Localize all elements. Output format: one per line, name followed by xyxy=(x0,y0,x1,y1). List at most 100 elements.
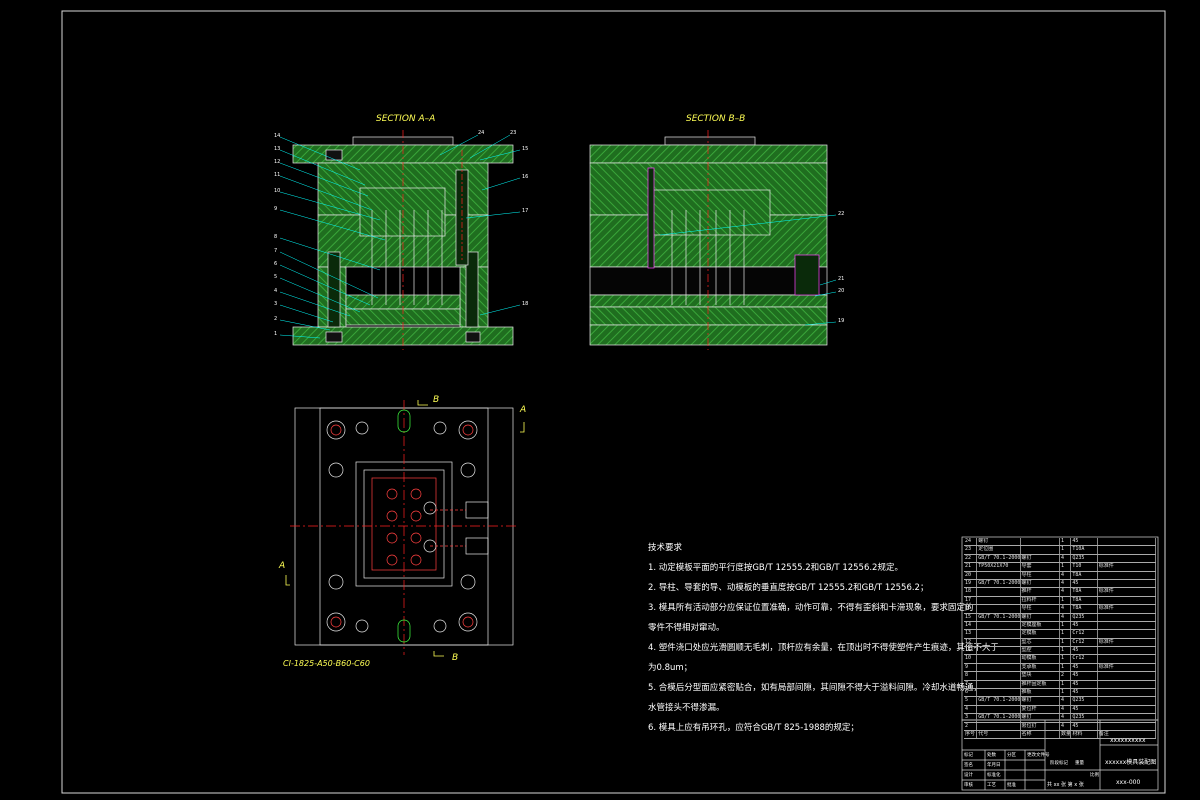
bom-cell xyxy=(977,705,1021,714)
bom-cell: 复位杆 xyxy=(1021,705,1060,714)
bom-cell: 定位圈 xyxy=(977,546,1021,554)
bom-cell xyxy=(1098,571,1156,579)
bom-cell: 材料 xyxy=(1071,730,1098,739)
title-block-field: 批准 xyxy=(1007,783,1016,788)
title-block-field: 重量 xyxy=(1075,761,1084,766)
bom-cell: 螺钉 xyxy=(1021,579,1060,588)
bom-cell: 标准件 xyxy=(1098,638,1156,647)
bom-cell: 2 xyxy=(1060,672,1072,680)
part-number: 8 xyxy=(274,234,278,240)
bom-cell: 导柱 xyxy=(1021,571,1060,579)
part-number: 23 xyxy=(510,130,517,136)
note-line: 零件不得相对窜动。 xyxy=(648,623,725,633)
bom-cell: 数量 xyxy=(1061,730,1072,739)
bom-cell: Q235 xyxy=(1071,714,1098,722)
bom-cell: 导套 xyxy=(1021,563,1060,571)
title-block-field: 审核 xyxy=(964,783,973,788)
bom-cell: 4 xyxy=(1060,722,1072,730)
title-block-field: 比例 xyxy=(1090,773,1099,778)
bom-cell: 7 xyxy=(964,680,978,689)
note-line: 为0.8um； xyxy=(648,663,693,673)
note-line: 4. 塑件浇口处应光滑圆顺无毛刺，顶杆应有余量，在顶出时不得使塑件产生痕迹，其值… xyxy=(648,643,999,653)
part-number: 2 xyxy=(274,316,278,322)
bom-row: 13 定模板 1 Cr12 xyxy=(964,630,1156,639)
sheet-count: 共 xx 张 第 x 张 xyxy=(1047,782,1084,788)
bom-row: 18 推杆 4 T8A 标准件 xyxy=(964,588,1156,597)
bom-cell: Cr12 xyxy=(1071,638,1098,647)
bom-row: 2 限位钉 4 45 xyxy=(964,722,1156,731)
bom-cell: 4 xyxy=(1060,571,1072,579)
cut-label-a-left: A xyxy=(279,561,286,571)
bom-cell: 1 xyxy=(1060,663,1072,672)
bom-cell: 13 xyxy=(964,630,978,638)
bom-cell: 45 xyxy=(1071,621,1098,630)
note-line: 1. 动定模板平面的平行度按GB/T 12555.2和GB/T 12556.2规… xyxy=(648,563,903,573)
part-number: 19 xyxy=(838,318,845,324)
bom-cell xyxy=(1098,579,1156,588)
bom-cell: Q235 xyxy=(1071,613,1098,621)
bom-cell: 4 xyxy=(1060,714,1072,722)
title-block-field: 处数 xyxy=(987,753,996,758)
bom-cell xyxy=(977,638,1021,647)
bom-row: 3 GB/T 70.1-2000 螺钉 4 Q235 xyxy=(964,714,1156,723)
bom-row: 7 推杆固定板 1 45 xyxy=(964,680,1156,690)
bom-cell xyxy=(1098,621,1156,630)
bom-cell: GB/T 70.1-2000 xyxy=(978,714,1021,722)
bom-cell: 24 xyxy=(964,538,978,546)
part-number: 11 xyxy=(274,172,281,178)
bom-cell xyxy=(1098,596,1156,605)
bom-cell: 45 xyxy=(1071,705,1098,714)
part-number: 10 xyxy=(274,188,281,194)
bom-cell: 4 xyxy=(1060,697,1072,705)
project-name: xxxxxxxxxx xyxy=(1110,737,1146,744)
part-number: 5 xyxy=(274,274,278,280)
bom-cell: 45 xyxy=(1071,680,1098,689)
bom-cell: 1 xyxy=(1060,655,1072,663)
bom-cell: 17 xyxy=(964,596,978,605)
bom-row: 12 型芯 1 Cr12 标准件 xyxy=(964,638,1156,648)
title-block-field: 阶段标记 xyxy=(1050,761,1068,766)
bom-cell: 序号 xyxy=(964,730,978,739)
bom-cell: Cr12 xyxy=(1071,630,1098,638)
bom-row: 19 GB/T 70.1-2000 螺钉 4 45 xyxy=(964,579,1156,589)
note-line: 5. 合模后分型面应紧密贴合，如有局部间隙，其间隙不得大于溢料间隙。冷却水道畅通… xyxy=(648,683,982,693)
bom-cell xyxy=(977,596,1021,605)
bom-cell xyxy=(977,605,1021,613)
bom-cell: 8 xyxy=(964,672,978,680)
bom-row: 14 定模座板 1 45 xyxy=(964,621,1156,631)
bom-row: 23 定位圈 1 T10A xyxy=(964,546,1156,555)
bom-cell: 4 xyxy=(1060,579,1072,588)
drawing-number: xxx-000 xyxy=(1116,779,1141,786)
note-line: 6. 模具上应有吊环孔，应符合GB/T 825-1988的规定； xyxy=(648,723,859,733)
bom-cell: 4 xyxy=(964,705,978,714)
bom-row: 9 支承板 1 45 标准件 xyxy=(964,663,1156,673)
bom-cell: GB/T 70.1-2000 xyxy=(978,579,1021,588)
bom-cell: 4 xyxy=(1060,554,1072,563)
bom-cell: 1 xyxy=(1060,689,1072,697)
bom-cell: 3 xyxy=(964,714,978,722)
bom-cell xyxy=(977,672,1021,680)
title-block-field: 签名 xyxy=(964,763,973,768)
notes-heading: 技术要求 xyxy=(648,543,683,553)
bom-cell: 1 xyxy=(1060,630,1072,638)
mold-base-code: CI-1825-A50-B60-C60 xyxy=(283,659,370,668)
bom-cell: GB/T 70.1-2000 xyxy=(978,697,1021,705)
bom-cell: 1 xyxy=(1060,680,1072,689)
bom-row: 6 推板 1 45 xyxy=(964,689,1156,698)
title-block-field: 设计 xyxy=(964,773,973,778)
bom-cell: 型芯 xyxy=(1021,638,1060,647)
bom-cell xyxy=(1098,697,1156,705)
part-number: 16 xyxy=(522,174,529,180)
bom-row: 15 GB/T 70.1-2000 螺钉 4 Q235 xyxy=(964,613,1156,622)
part-number: 13 xyxy=(274,146,281,152)
bom-cell: 1 xyxy=(1060,546,1072,554)
part-number: 22 xyxy=(838,211,845,217)
cut-label-b-top: B xyxy=(433,395,440,405)
bom-cell: 20 xyxy=(964,571,978,579)
part-number: 17 xyxy=(522,208,529,214)
bom-cell: 1 xyxy=(1060,563,1072,571)
note-line: 3. 模具所有活动部分应保证位置准确，动作可靠，不得有歪斜和卡滞现象，要求固定的 xyxy=(648,603,974,613)
bom-cell: 22 xyxy=(964,554,978,563)
bom-cell xyxy=(977,689,1021,697)
section-b-title: SECTION B–B xyxy=(686,114,746,124)
